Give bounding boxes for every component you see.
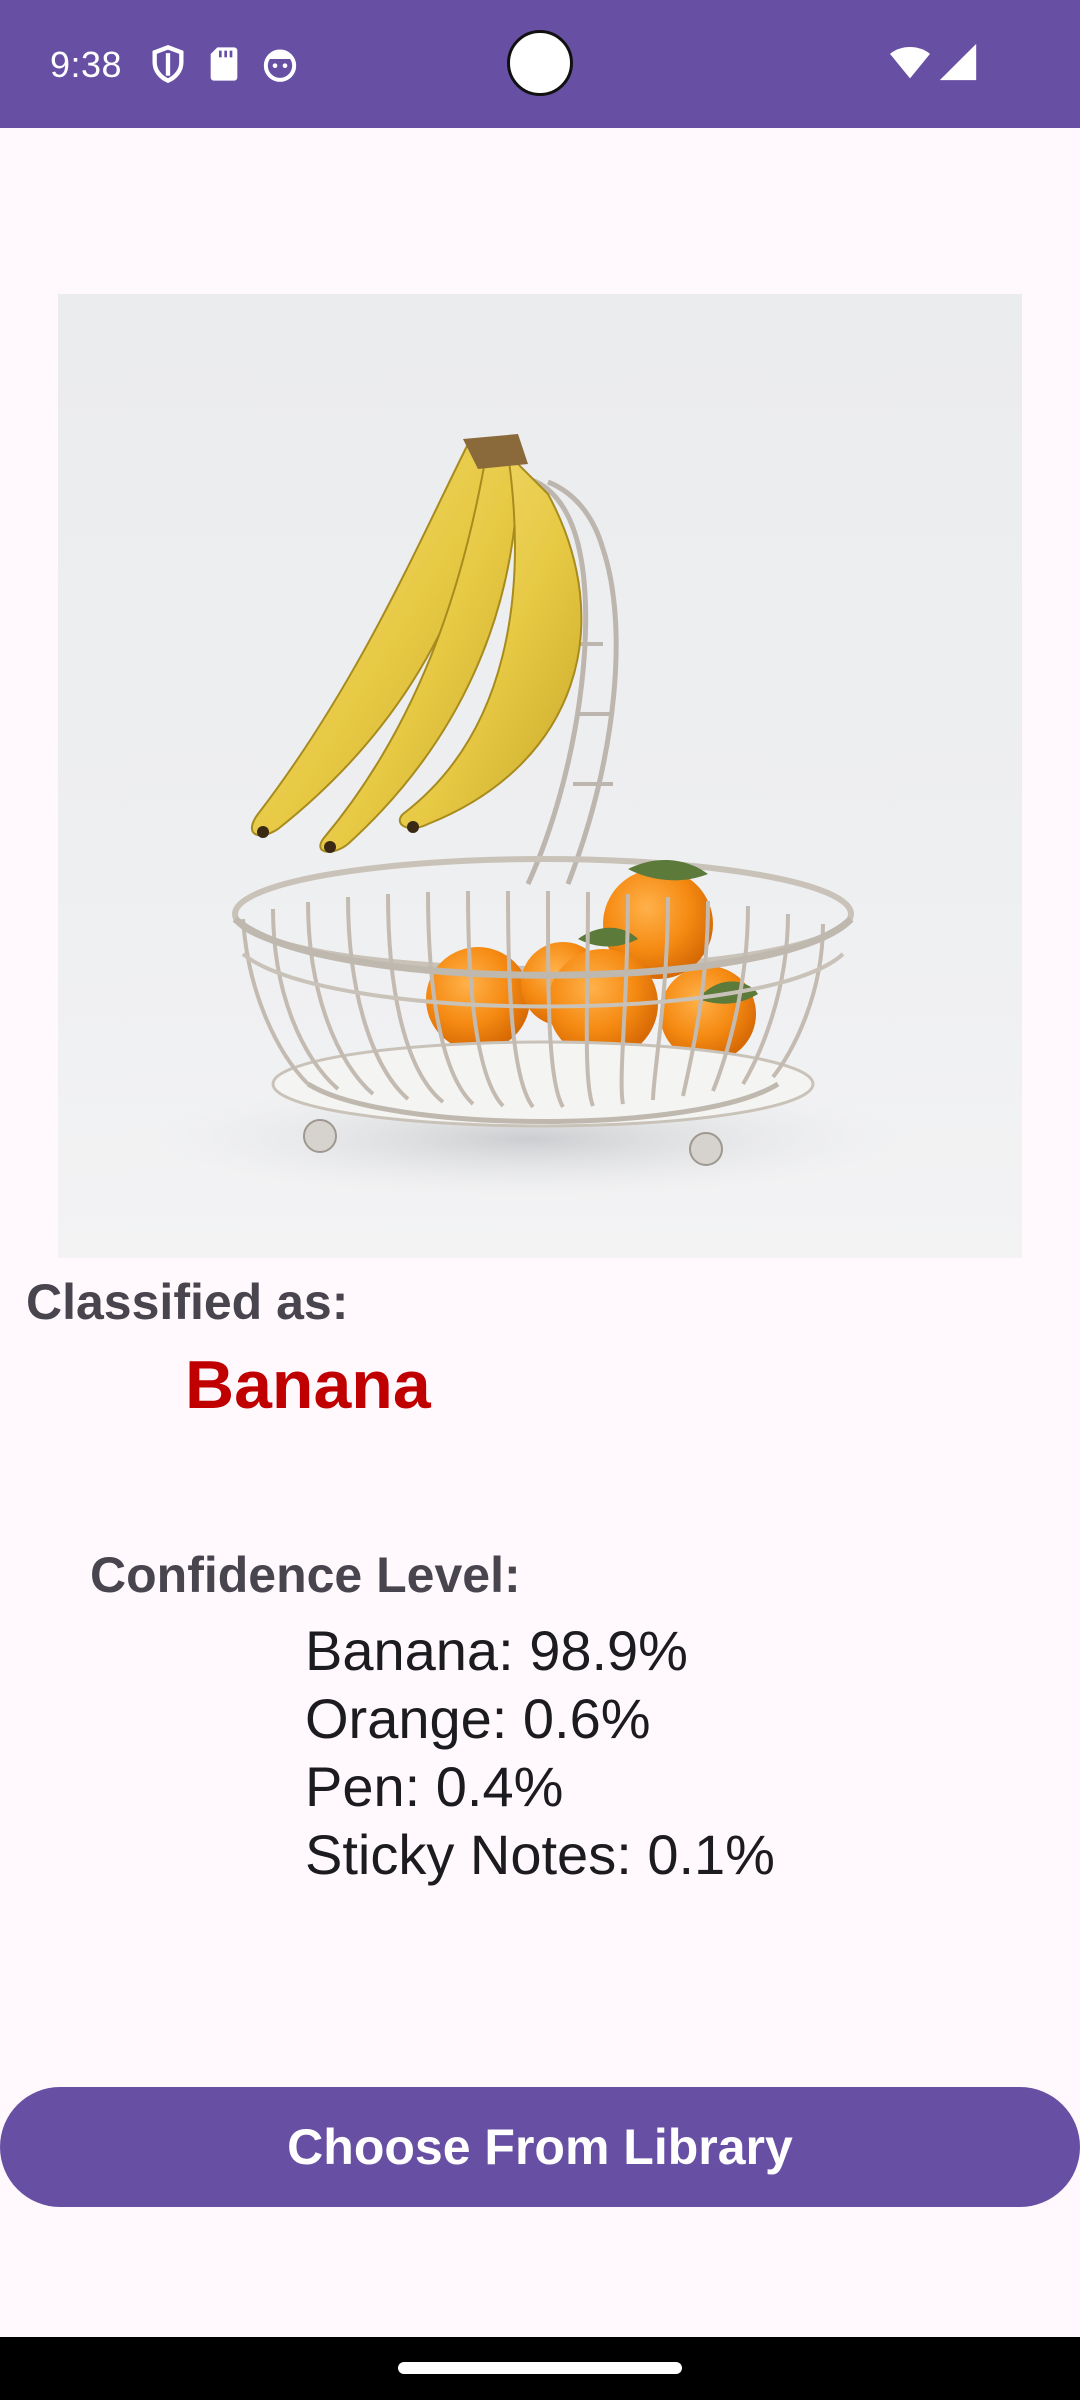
fruit-basket-image <box>148 434 908 1199</box>
choose-from-library-button[interactable]: Choose From Library <box>0 2087 1080 2207</box>
navigation-bar <box>0 2337 1080 2400</box>
confidence-item: Pen: 0.4% <box>305 1755 564 1818</box>
confidence-item: Sticky Notes: 0.1% <box>305 1823 775 1886</box>
sd-card-icon <box>210 47 238 81</box>
status-time: 9:38 <box>50 44 123 85</box>
wifi-icon <box>890 47 930 79</box>
status-bar: 9:38 <box>0 0 1080 128</box>
face-icon <box>263 49 297 82</box>
home-gesture-handle[interactable] <box>398 2362 682 2374</box>
classified-as-label: Classified as: <box>26 1274 349 1330</box>
shield-icon <box>152 45 184 84</box>
confidence-item: Orange: 0.6% <box>305 1687 651 1750</box>
confidence-list: Banana: 98.9% Orange: 0.6% Pen: 0.4% Sti… <box>305 1617 775 1889</box>
camera-cutout <box>507 30 573 96</box>
confidence-item: Banana: 98.9% <box>305 1619 688 1682</box>
confidence-level-label: Confidence Level: <box>90 1547 521 1603</box>
classified-photo <box>58 294 1022 1258</box>
classified-value: Banana <box>185 1347 431 1423</box>
signal-icon <box>939 43 977 81</box>
